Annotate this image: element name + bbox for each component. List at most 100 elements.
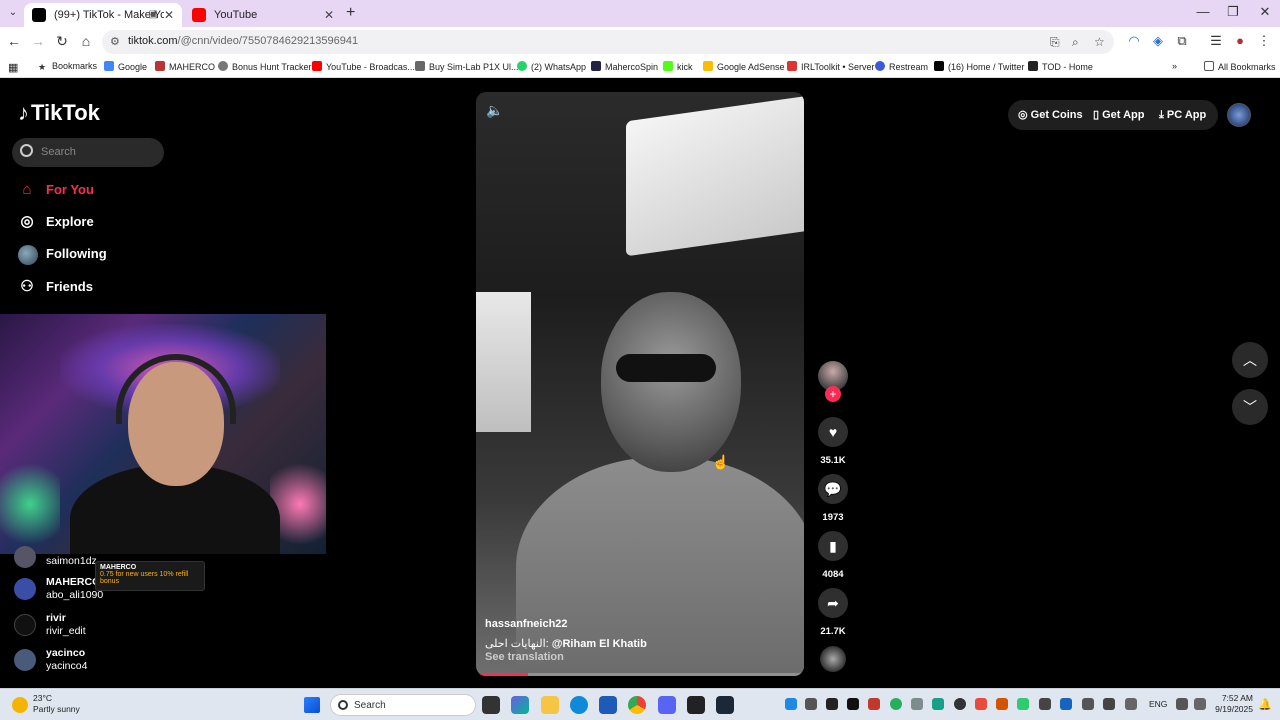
sidebar-item-explore[interactable]: ◎ Explore (18, 210, 93, 234)
all-bookmarks-button[interactable]: All Bookmarks (1204, 61, 1276, 72)
back-button[interactable]: ← (4, 33, 24, 49)
restore-button[interactable]: ❐ (1218, 4, 1248, 20)
apps-grid-icon[interactable]: ▦ (8, 61, 18, 74)
bluetooth-icon[interactable] (1060, 698, 1072, 710)
bookmark-item[interactable]: ★ Bookmarks (38, 61, 97, 72)
tab-youtube[interactable]: YouTube ✕ (184, 3, 342, 27)
save-button[interactable]: ▮ (818, 531, 848, 561)
see-translation-link[interactable]: See translation (485, 651, 564, 663)
sidebar-item-friends[interactable]: ⚇ Friends (18, 275, 93, 299)
previous-video-button[interactable]: ︿ (1232, 342, 1268, 378)
reload-button[interactable]: ↻ (52, 33, 72, 50)
tab-tiktok[interactable]: (99+) TikTok - Make Your D ▣ ✕ (24, 3, 182, 27)
edge-icon[interactable] (570, 696, 588, 714)
sidebar-item-following[interactable]: Following (18, 242, 107, 266)
bookmark-item[interactable]: TOD - Home (1028, 61, 1093, 72)
install-app-icon[interactable]: ⎘ (1050, 35, 1060, 50)
extensions-puzzle-icon[interactable]: ⧉ (1172, 33, 1192, 49)
bookmark-item[interactable]: YouTube - Broadcas... (312, 61, 415, 72)
store-icon[interactable] (599, 696, 617, 714)
next-video-button[interactable]: ﹀ (1232, 389, 1268, 425)
notification-bell-icon[interactable]: 🔔 (1258, 698, 1272, 711)
tray-icon[interactable] (805, 698, 817, 710)
more-bookmarks-button[interactable]: » (1172, 61, 1177, 71)
network-icon[interactable] (1176, 698, 1188, 710)
tiktok-logo[interactable]: ♪TikTok (18, 100, 100, 126)
video-username[interactable]: hassanfneich22 (485, 618, 568, 630)
file-explorer-icon[interactable] (541, 696, 559, 714)
tray-icon[interactable] (1017, 698, 1029, 710)
bookmark-item[interactable]: MAHERCO (155, 61, 215, 72)
avatar[interactable] (1227, 103, 1251, 127)
bookmark-item[interactable]: (2) WhatsApp (517, 61, 586, 72)
speaker-icon[interactable] (1194, 698, 1206, 710)
extension-badge-icon[interactable]: ◈ (1148, 33, 1168, 49)
tray-icon[interactable] (1082, 698, 1094, 710)
copilot-icon[interactable] (511, 696, 529, 714)
profile-avatar-icon[interactable]: ● (1230, 33, 1250, 48)
bookmark-star-icon[interactable]: ☆ (1094, 35, 1105, 49)
bookmark-item[interactable]: (16) Home / Twitter (934, 61, 1024, 72)
new-tab-button[interactable]: + (346, 4, 355, 22)
media-icon[interactable]: ▣ (149, 3, 158, 27)
bookmark-item[interactable]: Google (104, 61, 147, 72)
tray-icon[interactable] (996, 698, 1008, 710)
steam-icon[interactable] (716, 696, 734, 714)
caption-mention[interactable]: @Riham El Khatib (552, 638, 647, 650)
close-tab-icon[interactable]: ✕ (324, 3, 334, 27)
tray-icon[interactable] (890, 698, 902, 710)
tray-icon[interactable] (826, 698, 838, 710)
tab-search-button[interactable]: ⌄ (5, 5, 21, 21)
bookmark-item[interactable]: Restream (875, 61, 928, 72)
epic-games-icon[interactable] (687, 696, 705, 714)
tray-icon[interactable] (1039, 698, 1051, 710)
search-input[interactable]: Search (12, 138, 164, 167)
bookmark-item[interactable]: MahercoSpin (591, 61, 658, 72)
video-progress-bar[interactable] (476, 673, 804, 676)
tab-groups-icon[interactable]: ☰ (1206, 33, 1226, 49)
tray-icon[interactable] (847, 698, 859, 710)
weather-icon[interactable] (12, 697, 28, 713)
task-view-icon[interactable] (482, 696, 500, 714)
tray-icon[interactable] (868, 698, 880, 710)
bookmark-item[interactable]: Buy Sim-Lab P1X Ul... (415, 61, 519, 72)
forward-button[interactable]: → (28, 33, 48, 49)
get-app-button[interactable]: ▯ Get App (1093, 102, 1144, 128)
close-window-button[interactable]: ✕ (1250, 4, 1280, 20)
tray-icon[interactable] (1103, 698, 1115, 710)
tray-icon[interactable] (975, 698, 987, 710)
extension-icon[interactable]: ◠ (1124, 33, 1144, 49)
tray-icon[interactable] (932, 698, 944, 710)
tray-icon[interactable] (785, 698, 797, 710)
share-button[interactable]: ➦ (818, 588, 848, 618)
tray-icon[interactable] (911, 698, 923, 710)
volume-icon[interactable]: 🔈 (486, 102, 503, 119)
weather-widget[interactable]: 23°C Partly sunny (33, 693, 80, 715)
clock[interactable]: 7:52 AM 9/19/2025 (1211, 693, 1253, 715)
tray-icon[interactable] (954, 698, 966, 710)
language-indicator[interactable]: ENG (1149, 699, 1167, 709)
chrome-icon[interactable] (628, 696, 646, 714)
site-info-icon[interactable]: ⚙ (110, 35, 120, 48)
taskbar-search[interactable]: Search (330, 694, 476, 716)
close-tab-icon[interactable]: ✕ (164, 3, 174, 27)
start-button[interactable] (304, 697, 320, 713)
comment-button[interactable]: 💬 (818, 474, 848, 504)
menu-icon[interactable]: ⋮ (1254, 33, 1274, 49)
bookmark-item[interactable]: IRLToolkit • Server (787, 61, 875, 72)
get-coins-button[interactable]: ◎ Get Coins (1018, 102, 1083, 128)
pc-app-button[interactable]: ⤓ PC App (1159, 102, 1206, 128)
like-button[interactable]: ♥ (818, 417, 848, 447)
home-button[interactable]: ⌂ (76, 33, 96, 49)
sidebar-item-for-you[interactable]: ⌂ For You (18, 178, 93, 202)
bookmark-item[interactable]: Bonus Hunt Tracker (218, 61, 312, 72)
bookmark-item[interactable]: kick (663, 61, 693, 72)
follow-plus-icon[interactable]: + (825, 386, 841, 402)
bookmark-item[interactable]: Google AdSense (703, 61, 785, 72)
microphone-icon[interactable] (1125, 698, 1137, 710)
discord-icon[interactable] (658, 696, 676, 714)
music-disc-icon[interactable] (820, 646, 846, 672)
minimize-button[interactable]: — (1188, 4, 1218, 19)
address-bar[interactable]: ⚙ tiktok.com/@cnn/video/7550784629213596… (102, 30, 1114, 54)
zoom-icon[interactable]: ⌕ (1072, 35, 1079, 50)
